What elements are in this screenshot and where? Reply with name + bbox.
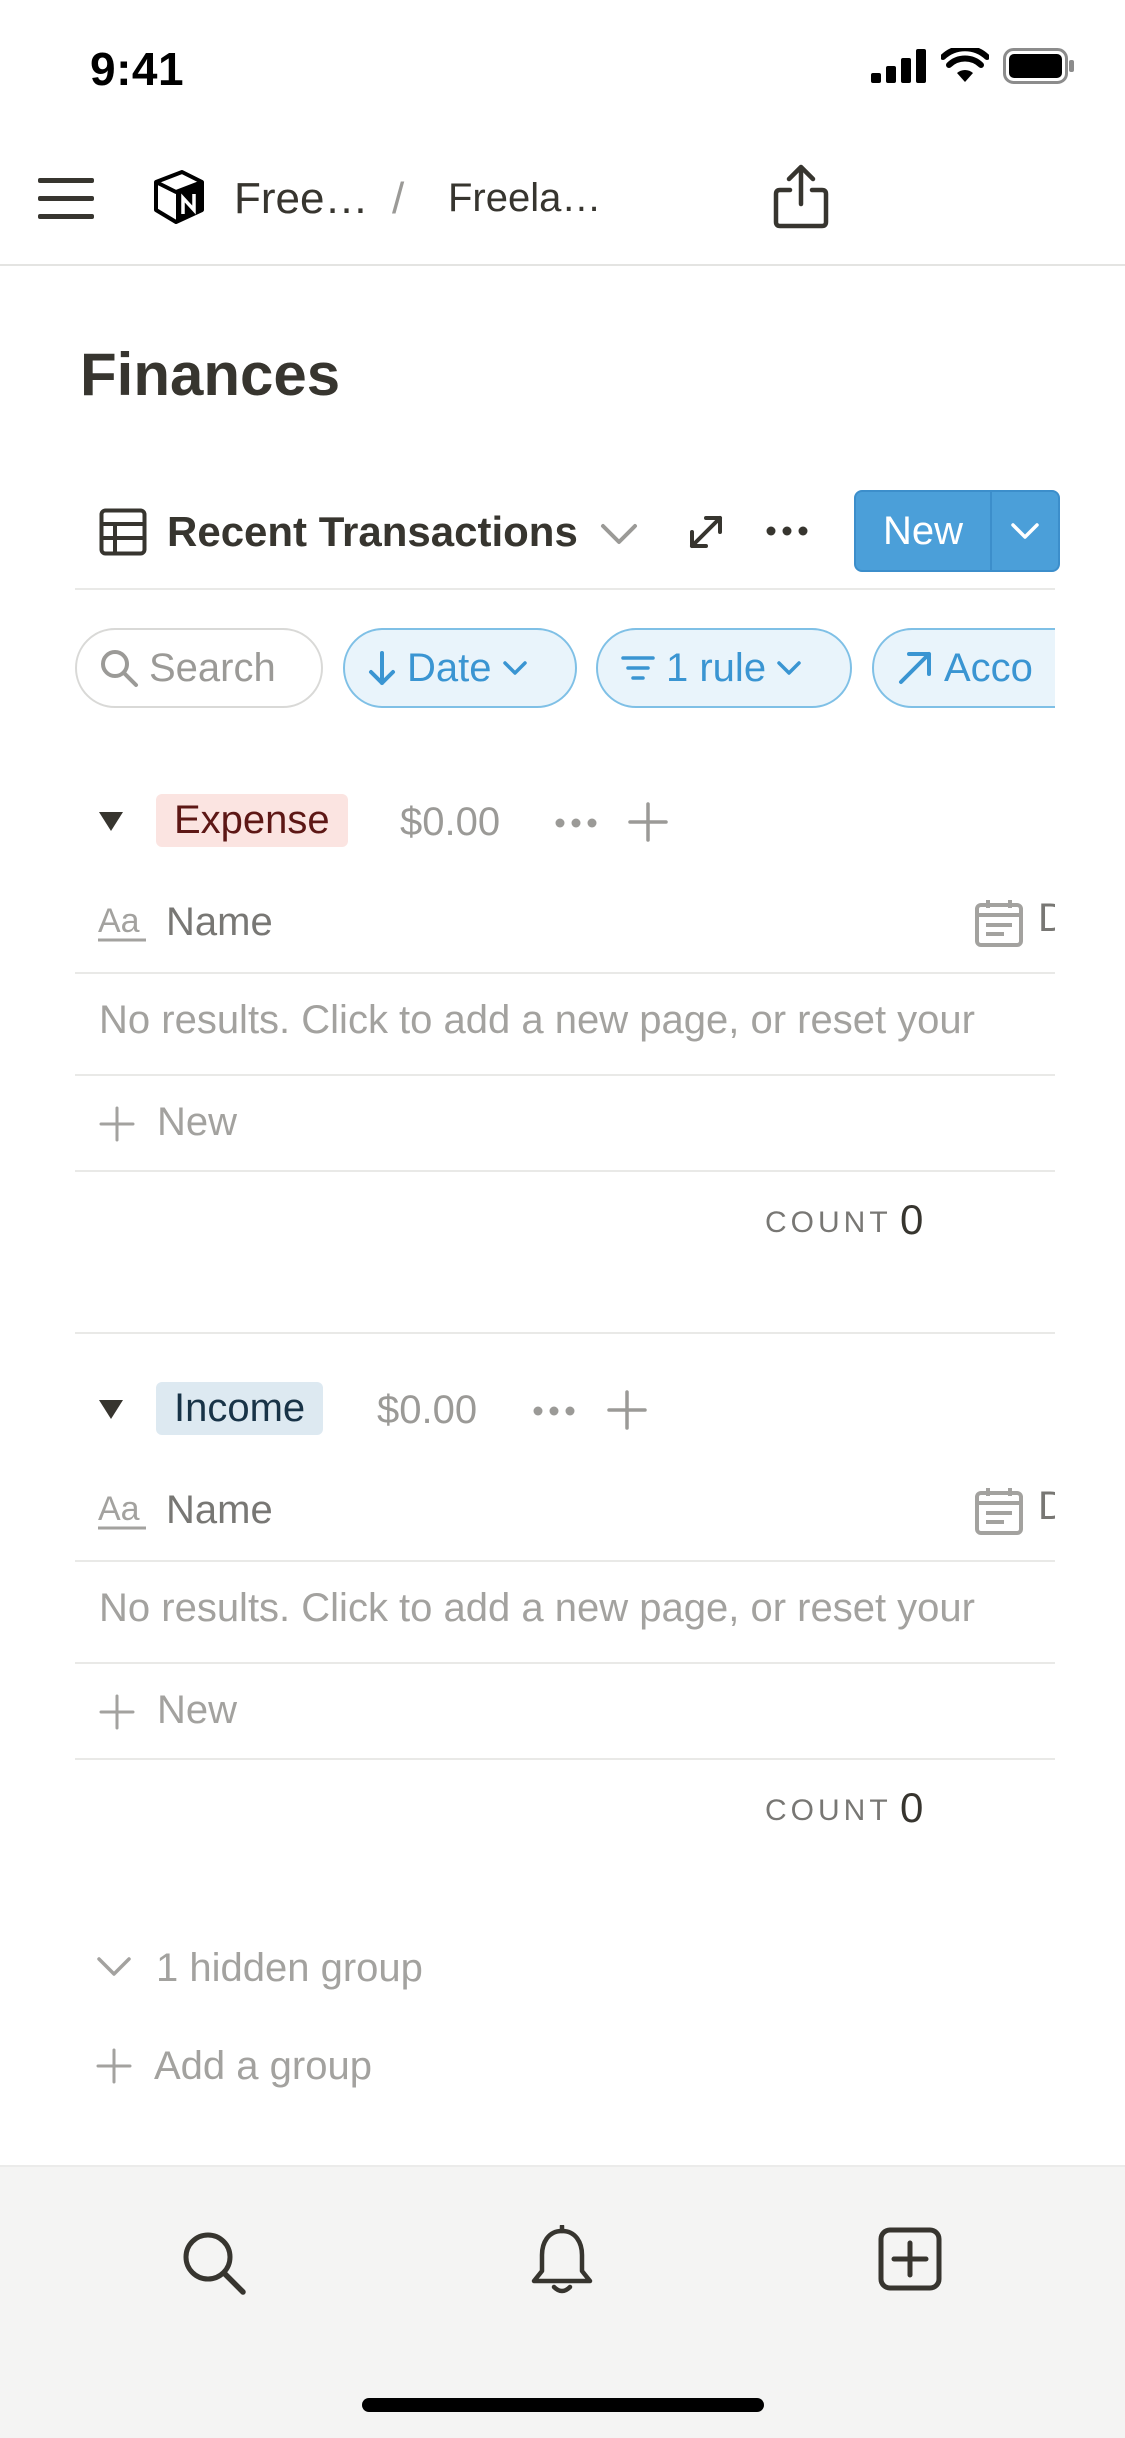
view-name[interactable]: Recent Transactions xyxy=(167,508,578,556)
home-indicator xyxy=(362,2398,764,2412)
hidden-groups-label: 1 hidden group xyxy=(156,1946,423,1990)
group-amount: $0.00 xyxy=(400,800,501,844)
sort-chip-label: Date xyxy=(407,645,492,690)
filter-rule-label: 1 rule xyxy=(666,645,767,690)
sort-chip[interactable]: Date xyxy=(343,628,577,708)
add-new-row-button[interactable]: New xyxy=(75,1664,1055,1758)
wifi-icon xyxy=(941,48,989,82)
group-amount: $0.00 xyxy=(377,1388,478,1432)
plus-icon xyxy=(99,1106,135,1142)
new-button-dropdown[interactable] xyxy=(989,492,1058,570)
notion-logo-icon[interactable] xyxy=(152,168,206,226)
count-label: COUNT xyxy=(765,1206,892,1239)
breadcrumb-page[interactable]: Freela… xyxy=(448,176,601,221)
empty-results-row[interactable]: No results. Click to add a new page, or … xyxy=(75,1562,1055,1662)
more-options-icon[interactable] xyxy=(554,816,598,830)
column-header-date[interactable]: D xyxy=(1038,896,1055,940)
triangle-down-icon[interactable] xyxy=(98,810,124,832)
text-property-icon: Aa xyxy=(98,902,146,942)
filter-rule-chip[interactable]: 1 rule xyxy=(596,628,852,708)
add-group-label: Add a group xyxy=(154,2044,372,2088)
search-chip-label: Search xyxy=(149,645,276,690)
hidden-groups-toggle[interactable]: 1 hidden group xyxy=(90,1940,590,2000)
expand-icon[interactable] xyxy=(686,512,726,552)
text-property-icon: Aa xyxy=(98,1490,146,1530)
new-record-button[interactable]: New xyxy=(854,490,1060,572)
column-header-name[interactable]: Name xyxy=(166,1488,273,1533)
search-chip[interactable]: Search xyxy=(75,628,323,708)
empty-results-text: No results. Click to add a new page, or … xyxy=(99,998,975,1042)
plus-icon[interactable] xyxy=(607,1390,647,1430)
empty-results-row[interactable]: No results. Click to add a new page, or … xyxy=(75,974,1055,1074)
add-new-row-label: New xyxy=(157,1688,238,1732)
plus-icon xyxy=(96,2048,132,2084)
breadcrumb-workspace[interactable]: Free… xyxy=(234,174,368,224)
search-icon[interactable] xyxy=(180,2229,248,2297)
group-divider xyxy=(75,1332,1055,1334)
table-view-icon[interactable] xyxy=(99,508,147,556)
column-header-date[interactable]: D xyxy=(1038,1484,1055,1528)
count-value: 0 xyxy=(900,1784,924,1831)
add-new-row-button[interactable]: New xyxy=(75,1076,1055,1170)
share-icon[interactable] xyxy=(772,164,830,230)
filter-lines-icon xyxy=(621,656,655,680)
group-tag-expense[interactable]: Expense xyxy=(156,794,348,847)
battery-icon xyxy=(1003,48,1074,84)
add-group-button[interactable]: Add a group xyxy=(90,2038,590,2098)
chevron-down-icon[interactable] xyxy=(599,522,639,546)
bell-icon[interactable] xyxy=(528,2225,596,2297)
group-tag-income[interactable]: Income xyxy=(156,1382,324,1435)
calendar-icon xyxy=(975,900,1023,947)
status-icons xyxy=(871,48,1075,84)
account-chip[interactable]: Acco xyxy=(872,628,1055,708)
plus-icon xyxy=(99,1694,135,1730)
divider xyxy=(75,1170,1055,1172)
calendar-icon xyxy=(975,1488,1023,1535)
plus-icon[interactable] xyxy=(628,802,668,842)
triangle-down-icon[interactable] xyxy=(98,1398,124,1420)
chevron-down-icon xyxy=(777,661,801,675)
svg-text:Aa: Aa xyxy=(98,1490,140,1528)
count-value: 0 xyxy=(900,1196,924,1243)
chevron-down-icon xyxy=(97,1957,131,1976)
chevron-down-icon xyxy=(502,661,527,675)
page-title: Finances xyxy=(80,341,341,408)
new-button-label[interactable]: New xyxy=(856,492,990,570)
svg-text:Aa: Aa xyxy=(98,902,140,940)
status-time: 9:41 xyxy=(90,43,185,95)
divider xyxy=(75,1758,1055,1760)
add-new-row-label: New xyxy=(157,1100,238,1144)
menu-icon[interactable] xyxy=(38,174,96,224)
column-header-name[interactable]: Name xyxy=(166,900,273,945)
more-options-icon[interactable] xyxy=(765,524,809,538)
search-icon xyxy=(101,650,138,687)
chevron-down-icon xyxy=(1011,523,1039,539)
count-label: COUNT xyxy=(765,1794,892,1827)
empty-results-text: No results. Click to add a new page, or … xyxy=(99,1586,975,1630)
new-page-icon[interactable] xyxy=(878,2227,942,2291)
arrow-down-icon xyxy=(369,651,395,685)
filter-chips-row: Search Date 1 rule Acco xyxy=(75,626,1055,712)
arrow-up-right-icon xyxy=(899,652,931,684)
cellular-signal-icon xyxy=(871,49,926,83)
more-options-icon[interactable] xyxy=(532,1404,576,1418)
navigation-bar: Free… / Freela… xyxy=(0,140,1125,266)
breadcrumb-separator: / xyxy=(392,174,405,223)
account-chip-label: Acco xyxy=(944,645,1033,690)
